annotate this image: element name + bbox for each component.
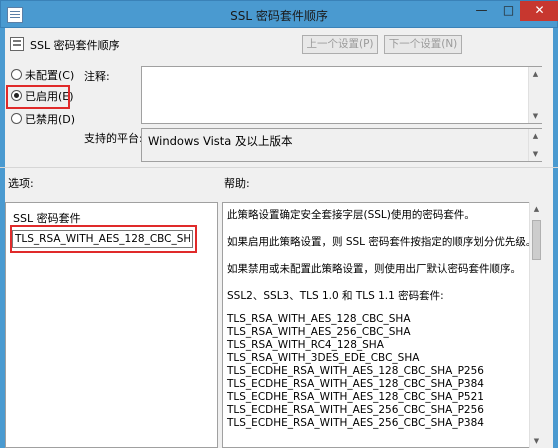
title-bar[interactable]: SSL 密码套件顺序 — □ ✕	[0, 0, 558, 28]
options-panel: SSL 密码套件	[5, 202, 218, 448]
radio-circle-icon	[11, 113, 22, 124]
radio-label-not-configured: 未配置(C)	[25, 69, 75, 82]
radio-disabled[interactable]: 已禁用(D)	[11, 112, 75, 128]
radio-label-disabled: 已禁用(D)	[25, 113, 76, 126]
help-text-line: TLS_RSA_WITH_AES_256_CBC_SHA	[227, 326, 411, 338]
comment-label: 注释:	[84, 70, 110, 83]
help-text-line: 如果启用此策略设置，则 SSL 密码套件按指定的顺序划分优先级。	[227, 236, 537, 248]
radio-circle-icon	[11, 69, 22, 80]
help-panel: 此策略设置确定安全套接字层(SSL)使用的密码套件。 如果启用此策略设置，则 S…	[222, 202, 543, 448]
comment-textarea[interactable]	[141, 66, 542, 124]
scroll-down-icon[interactable]: ▼	[530, 434, 543, 448]
next-setting-button[interactable]: 下一个设置(N)	[384, 35, 462, 54]
help-text-line: 此策略设置确定安全套接字层(SSL)使用的密码套件。	[227, 209, 475, 221]
scroll-up-icon[interactable]: ▲	[529, 129, 542, 143]
help-scrollbar[interactable]: ▲ ▼	[529, 202, 543, 448]
help-text-line: TLS_ECDHE_RSA_WITH_AES_256_CBC_SHA_P384	[227, 417, 484, 429]
comment-scrollbar[interactable]: ▲ ▼	[528, 67, 542, 123]
previous-setting-button[interactable]: 上一个设置(P)	[302, 35, 378, 54]
scroll-down-icon[interactable]: ▼	[529, 147, 542, 161]
help-text-line: TLS_ECDHE_RSA_WITH_AES_128_CBC_SHA_P384	[227, 378, 484, 390]
highlight-annotation	[6, 85, 70, 109]
maximize-button[interactable]: □	[495, 1, 522, 21]
scroll-up-icon[interactable]: ▲	[529, 67, 542, 81]
highlight-annotation	[10, 225, 197, 253]
platform-value: Windows Vista 及以上版本	[148, 134, 293, 148]
help-text-line: TLS_ECDHE_RSA_WITH_AES_256_CBC_SHA_P256	[227, 404, 484, 416]
platform-field: Windows Vista 及以上版本	[141, 128, 542, 162]
radio-not-configured[interactable]: 未配置(C)	[11, 68, 74, 84]
scroll-thumb[interactable]	[532, 220, 541, 260]
help-text-line: TLS_ECDHE_RSA_WITH_AES_128_CBC_SHA_P256	[227, 365, 484, 377]
help-text-line: TLS_RSA_WITH_AES_128_CBC_SHA	[227, 313, 411, 325]
policy-setting-icon	[10, 37, 24, 51]
policy-name: SSL 密码套件顺序	[30, 39, 120, 52]
help-text-line: SSL2、SSL3、TLS 1.0 和 TLS 1.1 密码套件:	[227, 290, 444, 302]
platform-scrollbar[interactable]: ▲ ▼	[528, 129, 542, 161]
help-text-line: 如果禁用或未配置此策略设置，则使用出厂默认密码套件顺序。	[227, 263, 521, 275]
scroll-down-icon[interactable]: ▼	[529, 109, 542, 123]
cipher-suite-label: SSL 密码套件	[13, 212, 81, 225]
help-text-line: TLS_ECDHE_RSA_WITH_AES_128_CBC_SHA_P521	[227, 391, 484, 403]
options-label: 选项:	[8, 177, 34, 190]
section-divider	[0, 167, 558, 168]
close-button[interactable]: ✕	[520, 1, 558, 21]
help-text-line: TLS_RSA_WITH_3DES_EDE_CBC_SHA	[227, 352, 420, 364]
platform-label: 支持的平台:	[84, 132, 143, 145]
help-label: 帮助:	[224, 177, 250, 190]
minimize-button[interactable]: —	[468, 1, 495, 21]
scroll-up-icon[interactable]: ▲	[530, 202, 543, 216]
help-text-line: TLS_RSA_WITH_RC4_128_SHA	[227, 339, 384, 351]
